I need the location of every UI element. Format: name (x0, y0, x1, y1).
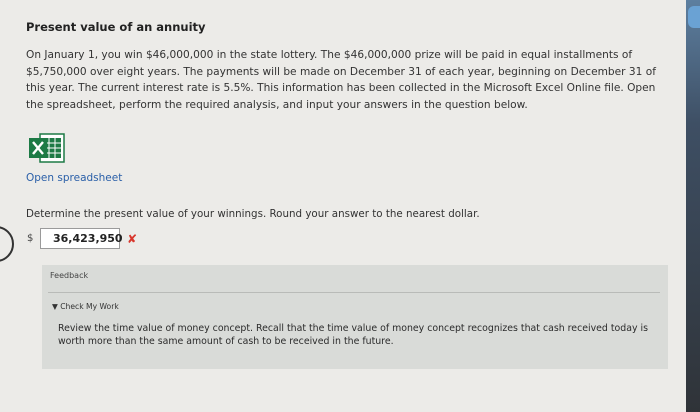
navigation-circle (0, 226, 14, 262)
currency-symbol: $ (27, 233, 34, 244)
question-text: Determine the present value of your winn… (26, 208, 480, 220)
check-my-work-toggle[interactable]: ▼ Check My Work (52, 302, 119, 311)
feedback-label: Feedback (50, 271, 89, 280)
question-page: Present value of an annuity On January 1… (0, 0, 690, 412)
page-title: Present value of an annuity (26, 20, 206, 34)
feedback-text: Review the time value of money concept. … (58, 323, 648, 347)
feedback-panel: Feedback ▼ Check My Work Review the time… (42, 265, 668, 369)
answer-input[interactable]: 36,423,950 (40, 228, 123, 249)
incorrect-icon: ✘ (127, 232, 138, 246)
feedback-divider (48, 292, 660, 293)
problem-text: On January 1, you win $46,000,000 in the… (26, 49, 656, 111)
excel-icon[interactable] (28, 133, 66, 163)
background-strip (686, 0, 700, 412)
side-tab-icon (688, 6, 700, 28)
open-spreadsheet-link[interactable]: Open spreadsheet (26, 172, 122, 184)
